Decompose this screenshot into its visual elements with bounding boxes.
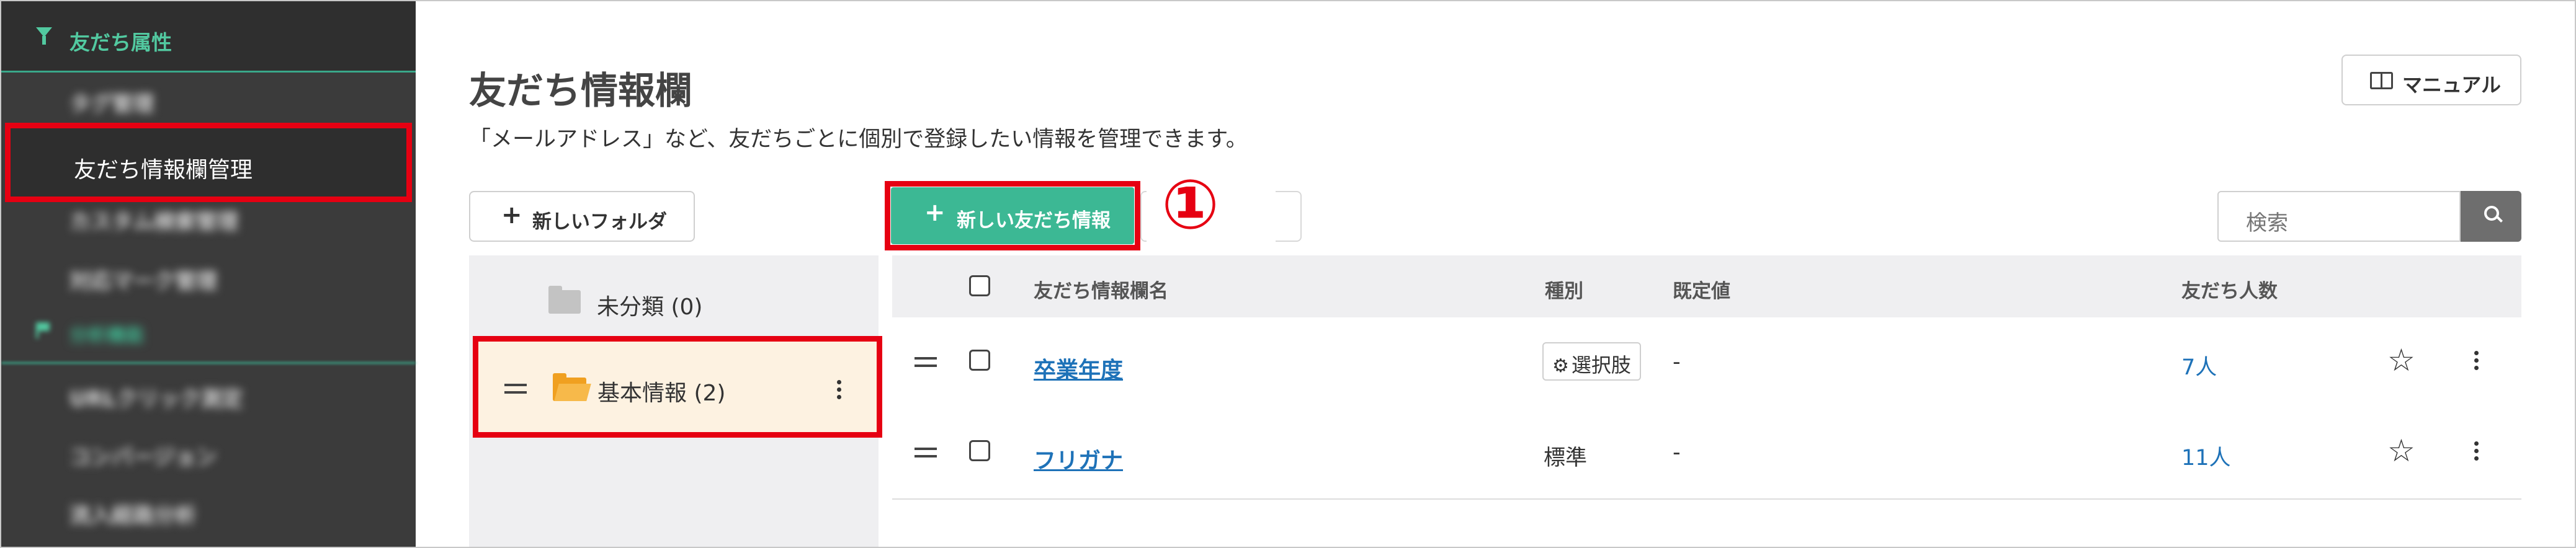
sidebar-item-custom-search[interactable]: カスタム検索管理 (69, 205, 238, 235)
sidebar-section-label: 友だち属性 (69, 30, 172, 55)
column-default: 既定値 (1673, 280, 1730, 303)
row-name-link[interactable]: 卒業年度 (1034, 352, 1123, 384)
sidebar-item-mark-management[interactable]: 対応マーク管理 (69, 264, 217, 294)
select-all-checkbox[interactable] (969, 275, 990, 296)
flag-icon (36, 322, 50, 338)
drag-handle-icon[interactable] (915, 357, 937, 367)
folder-name: 未分類 (0) (597, 294, 703, 320)
plus-icon: + (924, 198, 946, 227)
book-icon (2370, 72, 2393, 89)
row-default-value: - (1673, 350, 1681, 374)
page-title: 友だち情報欄 (469, 69, 692, 113)
row-type: 標準 (1544, 446, 1588, 471)
drag-handle-icon[interactable] (915, 448, 937, 457)
search-bar (2217, 191, 2521, 242)
type-badge-label: 選択肢 (1571, 353, 1631, 377)
star-icon[interactable]: ☆ (2387, 342, 2415, 378)
row-checkbox[interactable] (969, 350, 990, 371)
sidebar-section-analytics[interactable]: 分析機能 (69, 320, 144, 347)
folder-item-basic-info[interactable]: 基本情報 (2) (473, 336, 882, 438)
new-friend-info-button[interactable]: + 新しい友だち情報 (891, 187, 1134, 244)
table-row: フリガナ 標準 - 11人 ☆ (892, 408, 2521, 500)
manual-button-label: マニュアル (2402, 73, 2502, 97)
new-folder-label: 新しいフォルダ (532, 211, 667, 233)
row-friend-count-link[interactable]: 7人 (2181, 350, 2217, 381)
sidebar-divider (1, 362, 416, 364)
plus-icon: + (501, 201, 522, 229)
sidebar-item-inflow-analysis[interactable]: 流入経路分析 (69, 498, 196, 529)
type-badge: ⚙ 選択肢 (1542, 342, 1641, 381)
page-description: 「メールアドレス」など、友だちごとに個別で登録したい情報を管理できます。 (469, 127, 1248, 152)
step-marker: ① (1161, 165, 1220, 244)
folder-name: 基本情報 (2) (597, 381, 726, 406)
folder-open-icon (553, 373, 586, 401)
row-checkbox[interactable] (969, 440, 990, 461)
new-friend-info-label: 新しい友だち情報 (957, 210, 1111, 232)
search-icon (2484, 206, 2499, 221)
folder-item-uncategorized[interactable]: 未分類 (0) (469, 269, 879, 331)
row-name-link[interactable]: フリガナ (1034, 443, 1123, 475)
more-options-icon[interactable] (2474, 351, 2479, 376)
gear-icon: ⚙ (1552, 355, 1569, 377)
column-name: 友だち情報欄名 (1034, 280, 1168, 303)
column-friend-count: 友だち人数 (2181, 280, 2278, 303)
column-type: 種別 (1545, 280, 1583, 303)
row-friend-count-link[interactable]: 11人 (2181, 440, 2231, 472)
search-input[interactable] (2217, 191, 2461, 242)
row-default-value: - (1673, 440, 1681, 465)
sidebar-item-label: 友だち情報欄管理 (74, 157, 253, 183)
filter-icon (36, 27, 52, 45)
sidebar-item-friend-info-management[interactable]: 友だち情報欄管理 (5, 123, 412, 202)
table-row: 卒業年度 ⚙ 選択肢 - 7人 ☆ (892, 317, 2521, 409)
sidebar: 友だち属性 タグ管理 友だち情報欄管理 カスタム検索管理 対応マーク管理 分析機… (1, 1, 416, 547)
search-button[interactable] (2461, 191, 2521, 242)
more-options-icon[interactable] (2474, 441, 2479, 466)
sidebar-section-friend-attributes[interactable]: 友だち属性 (1, 1, 416, 73)
table-header: 友だち情報欄名 種別 既定値 友だち人数 (892, 255, 2521, 317)
app-frame: 友だち属性 タグ管理 友だち情報欄管理 カスタム検索管理 対応マーク管理 分析機… (0, 0, 2576, 548)
manual-button[interactable]: マニュアル (2341, 55, 2521, 105)
star-icon[interactable]: ☆ (2387, 433, 2415, 469)
new-folder-button[interactable]: + 新しいフォルダ (469, 191, 695, 242)
more-options-icon[interactable] (837, 380, 842, 402)
sidebar-item-tag-management[interactable]: タグ管理 (69, 87, 154, 117)
folder-icon (548, 286, 581, 314)
sidebar-item-conversion[interactable]: コンバージョン (69, 440, 217, 471)
sidebar-item-url-click[interactable]: URLクリック測定 (69, 382, 243, 412)
drag-handle-icon[interactable] (504, 384, 527, 394)
